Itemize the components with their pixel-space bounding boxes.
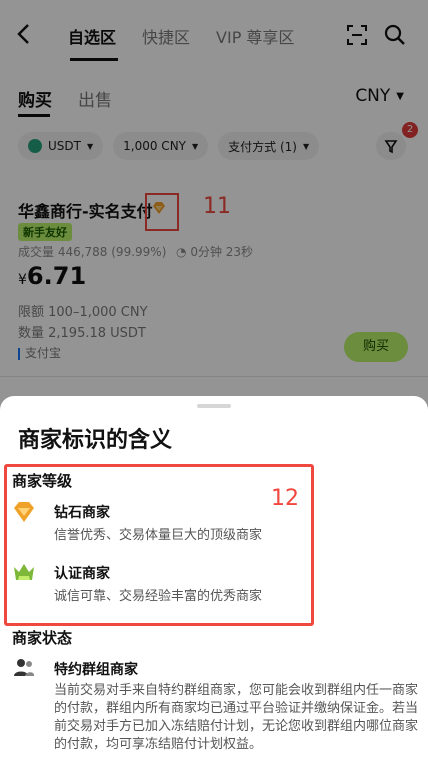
diamond-merchant-icon	[14, 502, 34, 522]
merchant-level-heading: 商家等级	[12, 472, 73, 490]
sheet-title: 商家标识的含义	[18, 428, 173, 453]
diamond-merchant-name: 钻石商家	[54, 505, 110, 521]
diamond-merchant-desc: 信誉优秀、交易体量巨大的顶级商家	[54, 528, 263, 543]
annotation-label-12: 12	[271, 486, 299, 511]
merchant-status-heading: 商家状态	[12, 629, 73, 647]
crown-icon	[14, 564, 34, 580]
group-merchant-name: 特约群组商家	[54, 662, 138, 678]
certified-merchant-name: 认证商家	[54, 566, 110, 582]
sheet-drag-handle[interactable]	[197, 404, 231, 408]
group-merchant-desc: 当前交易对手来自特约群组商家，您可能会收到群组内任一商家的付款，群组内所有商家均…	[54, 683, 419, 752]
group-users-icon	[14, 659, 35, 676]
certified-merchant-desc: 诚信可靠、交易经验丰富的优秀商家	[54, 589, 263, 604]
merchant-badge-sheet: 商家标识的含义 12 商家等级 钻石商家 信誉优秀、交易体量巨大的顶级商家 认证…	[0, 396, 428, 774]
